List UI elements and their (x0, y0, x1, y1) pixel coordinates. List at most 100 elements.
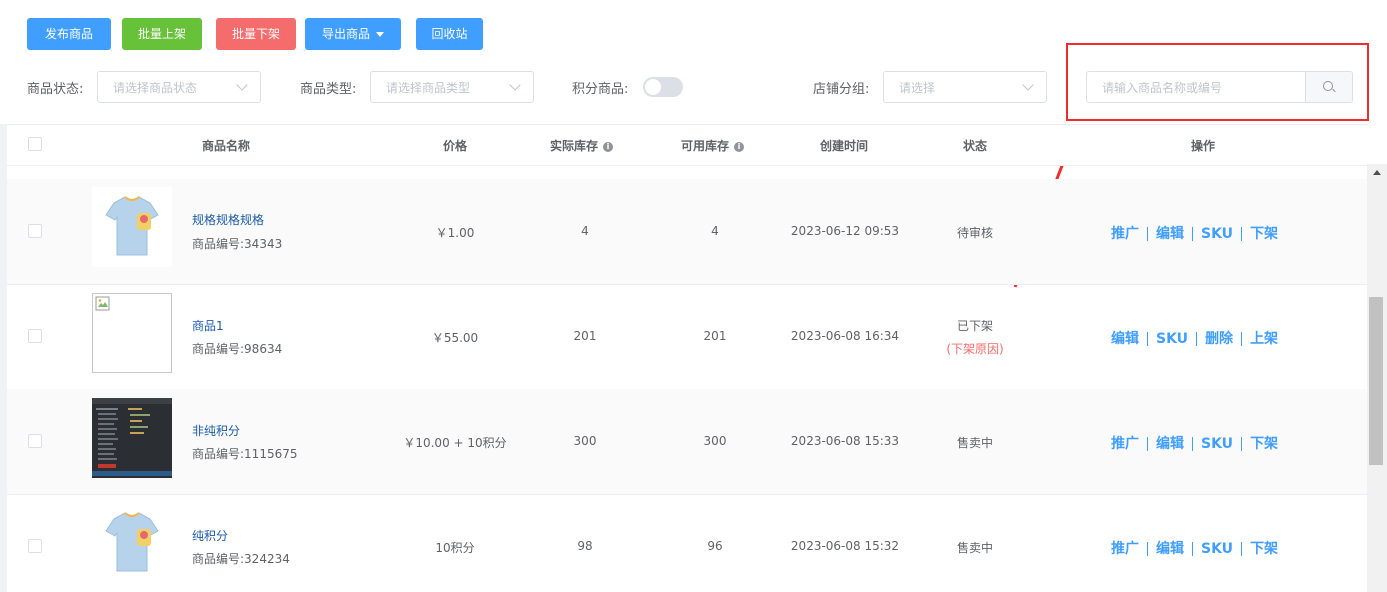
edit-button[interactable]: 编辑 (1148, 223, 1192, 243)
row-checkbox[interactable] (28, 434, 42, 448)
actual-stock-cell: 4 (581, 224, 589, 238)
chevron-down-icon (509, 79, 521, 91)
type-select[interactable]: 请选择商品类型 (370, 71, 534, 103)
row-actions: 推广 编辑 SKU 下架 (1103, 538, 1286, 558)
actual-stock-cell: 300 (573, 434, 597, 448)
available-stock-cell: 300 (703, 434, 727, 448)
product-name-link[interactable]: 商品1 (192, 317, 224, 334)
sku-button[interactable]: SKU (1193, 541, 1241, 557)
header-ops: 操作 (1191, 139, 1216, 153)
batch-list-button[interactable]: 批量上架 (122, 18, 202, 50)
promote-button[interactable]: 推广 (1103, 433, 1147, 453)
header-available-stock: 可用库存 i (681, 137, 745, 154)
row-actions: 推广 编辑 SKU 下架 (1103, 223, 1286, 243)
row-checkbox[interactable] (28, 539, 42, 553)
price-cell: ￥10.00 + 10积分 (403, 436, 507, 450)
product-code: 商品编号:1115675 (192, 447, 298, 461)
table-row: 规格规格规格 商品编号:34343 ￥1.00 4 4 2023-06-12 0… (7, 179, 1367, 285)
scroll-thumb[interactable] (1369, 297, 1383, 465)
created-time-cell: 2023-06-08 16:34 (790, 329, 900, 343)
row-checkbox[interactable] (28, 329, 42, 343)
header-price: 价格 (443, 139, 468, 153)
product-thumbnail-tshirt[interactable] (92, 187, 172, 267)
scroll-up-arrow-icon[interactable] (1373, 170, 1381, 175)
group-select[interactable]: 请选择 (883, 71, 1047, 103)
row-actions: 推广 编辑 SKU 下架 (1103, 433, 1286, 453)
row-checkbox[interactable] (28, 224, 42, 238)
product-name-link[interactable]: 规格规格规格 (192, 211, 264, 228)
promote-button[interactable]: 推广 (1103, 223, 1147, 243)
status-cell: 待审核 (956, 226, 993, 240)
unlist-reason-link[interactable]: (下架原因) (925, 340, 1025, 357)
sku-button[interactable]: SKU (1193, 226, 1241, 242)
status-filter-label: 商品状态: (27, 82, 84, 97)
product-code: 商品编号:98634 (192, 342, 283, 356)
group-filter-label: 店铺分组: (813, 82, 870, 97)
created-time-cell: 2023-06-08 15:33 (790, 434, 900, 448)
product-thumbnail-tshirt[interactable] (92, 503, 172, 583)
product-name-link[interactable]: 纯积分 (192, 527, 228, 544)
table-body: 规格规格规格 商品编号:34343 ￥1.00 4 4 2023-06-12 0… (7, 164, 1367, 592)
status-cell: 售卖中 (956, 541, 993, 555)
price-cell: 10积分 (435, 541, 475, 555)
type-filter-label: 商品类型: (300, 82, 357, 97)
status-select-placeholder: 请选择商品状态 (113, 81, 198, 95)
points-toggle[interactable] (643, 77, 683, 97)
created-time-cell: 2023-06-08 15:32 (790, 539, 900, 553)
vertical-scrollbar[interactable] (1367, 164, 1387, 592)
header-available-stock-label: 可用库存 (681, 139, 730, 153)
publish-product-button[interactable]: 发布商品 (27, 18, 111, 50)
header-created: 创建时间 (820, 139, 869, 153)
chevron-down-icon (1022, 79, 1034, 91)
price-cell: ￥55.00 (431, 331, 479, 345)
group-select-placeholder: 请选择 (899, 81, 936, 95)
unlist-button[interactable]: 下架 (1242, 433, 1286, 453)
actual-stock-cell: 98 (577, 539, 593, 553)
row-actions: 编辑 SKU 删除 上架 (1103, 328, 1286, 348)
price-cell: ￥1.00 (435, 226, 475, 240)
product-code: 商品编号:324234 (192, 552, 290, 566)
product-name-link[interactable]: 非纯积分 (192, 422, 240, 439)
info-icon[interactable]: i (603, 141, 614, 152)
product-thumbnail-broken[interactable] (92, 293, 172, 373)
sku-button[interactable]: SKU (1193, 436, 1241, 452)
table-header: 商品名称 价格 实际库存 i 可用库存 i 创建时间 状态 操作 (7, 124, 1367, 166)
sku-button[interactable]: SKU (1148, 331, 1196, 347)
delete-button[interactable]: 删除 (1197, 328, 1241, 348)
actual-stock-cell: 201 (573, 329, 597, 343)
edit-button[interactable]: 编辑 (1148, 538, 1192, 558)
points-filter-label: 积分商品: (572, 82, 629, 97)
available-stock-cell: 96 (707, 539, 723, 553)
batch-unlist-button[interactable]: 批量下架 (216, 18, 296, 50)
select-all-checkbox[interactable] (28, 137, 42, 151)
annotation-highlight-box (1066, 43, 1369, 121)
recycle-bin-button[interactable]: 回收站 (416, 18, 483, 50)
table-row: 非纯积分 商品编号:1115675 ￥10.00 + 10积分 300 300 … (7, 389, 1367, 495)
status-select[interactable]: 请选择商品状态 (97, 71, 261, 103)
header-actual-stock: 实际库存 i (550, 137, 614, 154)
available-stock-cell: 201 (703, 329, 727, 343)
header-status: 状态 (963, 139, 988, 153)
info-icon[interactable]: i (734, 141, 745, 152)
header-actual-stock-label: 实际库存 (550, 139, 599, 153)
toggle-knob (645, 79, 661, 95)
unlist-button[interactable]: 下架 (1242, 223, 1286, 243)
export-products-button[interactable]: 导出商品 (305, 18, 401, 50)
export-label: 导出商品 (321, 27, 370, 41)
table-row: 纯积分 商品编号:324234 10积分 98 96 2023-06-08 15… (7, 494, 1367, 592)
unlist-button[interactable]: 下架 (1242, 538, 1286, 558)
promote-button[interactable]: 推广 (1103, 538, 1147, 558)
type-select-placeholder: 请选择商品类型 (386, 81, 471, 95)
product-code: 商品编号:34343 (192, 237, 283, 251)
left-gutter (0, 124, 7, 592)
available-stock-cell: 4 (711, 224, 719, 238)
product-thumbnail-screenshot[interactable] (92, 398, 172, 478)
chevron-down-icon (236, 79, 248, 91)
status-cell: 售卖中 (956, 436, 993, 450)
edit-button[interactable]: 编辑 (1103, 328, 1147, 348)
header-name: 商品名称 (202, 139, 251, 153)
created-time-cell: 2023-06-12 09:53 (790, 224, 900, 238)
list-button[interactable]: 上架 (1242, 328, 1286, 348)
status-cell: 已下架 (956, 319, 993, 333)
edit-button[interactable]: 编辑 (1148, 433, 1192, 453)
